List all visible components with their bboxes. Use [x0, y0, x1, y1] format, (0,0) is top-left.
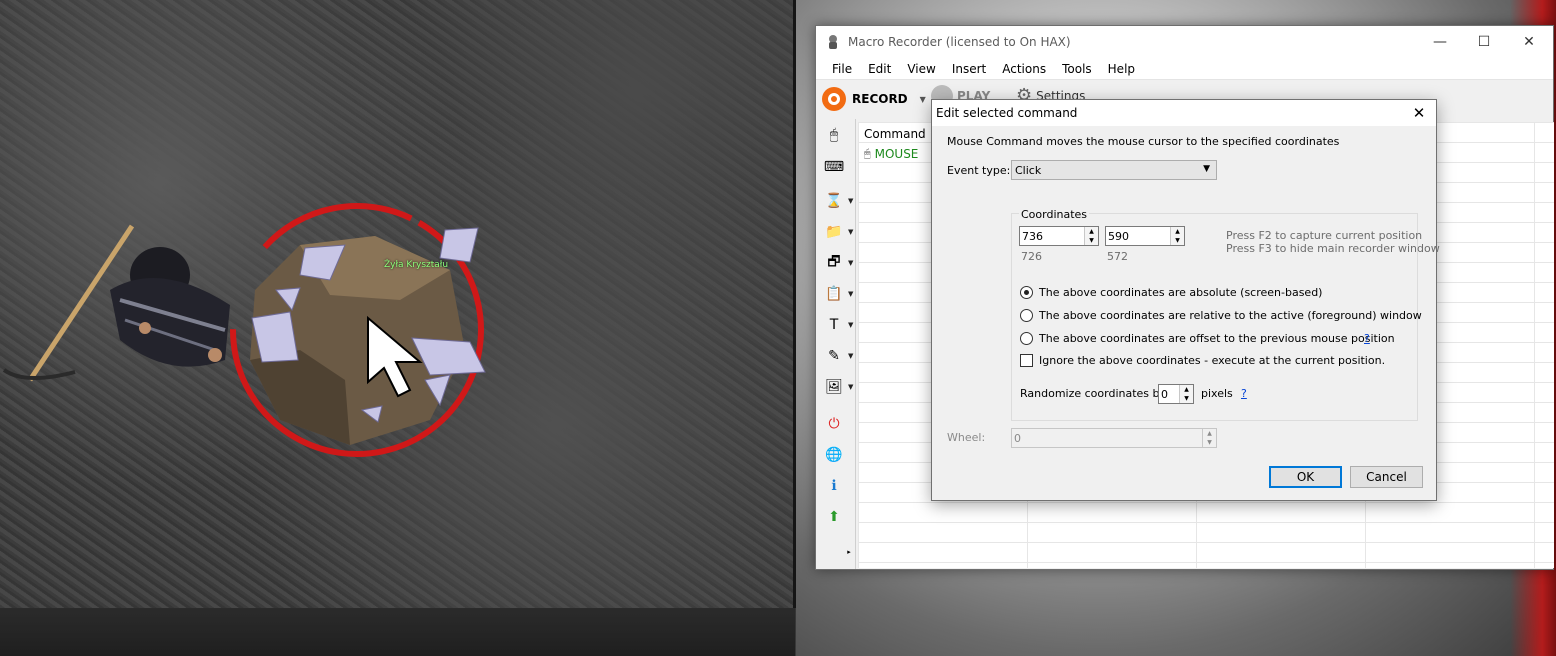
image-icon[interactable]: 🖼 ▼: [822, 375, 853, 399]
column-header-command[interactable]: Command: [864, 127, 926, 141]
screen: Żyła Kryształu Macro Recorder (licensed …: [0, 0, 1556, 656]
y-coordinate-value: 590: [1108, 229, 1129, 243]
game-bottom-bar: [0, 608, 795, 656]
menu-insert[interactable]: Insert: [944, 62, 994, 76]
ignore-coordinates-label[interactable]: Ignore the above coordinates - execute a…: [1039, 354, 1385, 367]
menu-edit[interactable]: Edit: [860, 62, 899, 76]
edit-command-dialog: Edit selected command ✕ Mouse Command mo…: [931, 99, 1440, 501]
randomize-spinner-icon[interactable]: ▲ ▼: [1179, 385, 1193, 403]
minimize-button[interactable]: —: [1417, 26, 1463, 58]
x-spinner-icon[interactable]: ▲ ▼: [1084, 227, 1098, 245]
ignore-coordinates-checkbox[interactable]: [1020, 354, 1033, 367]
app-icon: [826, 34, 840, 50]
character: [110, 247, 230, 367]
arrow-up-icon[interactable]: ⬆: [822, 505, 846, 529]
y-coordinate-input[interactable]: 590 ▲ ▼: [1105, 226, 1185, 246]
wheel-label: Wheel:: [947, 431, 986, 444]
ok-button[interactable]: OK: [1269, 466, 1342, 488]
window-title: Macro Recorder (licensed to On HAX): [848, 35, 1071, 49]
event-type-value: Click: [1015, 163, 1042, 177]
record-icon: [822, 87, 846, 111]
title-bar[interactable]: Macro Recorder (licensed to On HAX) — ☐ …: [816, 26, 1553, 58]
x-coordinate-input[interactable]: 736 ▲ ▼: [1019, 226, 1099, 246]
keyboard-icon[interactable]: ⌨: [822, 155, 846, 179]
randomize-input[interactable]: 0 ▲ ▼: [1158, 384, 1194, 404]
radio-relative-label[interactable]: The above coordinates are relative to th…: [1039, 309, 1422, 322]
mouse-icon: 🖱: [864, 147, 871, 160]
clipboard-icon[interactable]: 📋 ▼: [822, 282, 853, 306]
cancel-button[interactable]: Cancel: [1350, 466, 1423, 488]
info-icon[interactable]: ℹ: [822, 474, 846, 498]
maximize-button[interactable]: ☐: [1461, 26, 1507, 58]
dialog-description: Mouse Command moves the mouse cursor to …: [947, 135, 1340, 148]
randomize-help-link[interactable]: ?: [1241, 387, 1247, 400]
record-button[interactable]: RECORD ▼: [822, 87, 926, 111]
pixels-label: pixels: [1201, 387, 1233, 400]
pickaxe-head: [2, 368, 76, 381]
radio-offset[interactable]: [1020, 332, 1033, 345]
hint-f3: Press F3 to hide main recorder window: [1226, 242, 1440, 255]
wheel-input: 0 ▲ ▼: [1011, 428, 1217, 448]
dialog-close-button[interactable]: ✕: [1402, 100, 1436, 126]
text-icon[interactable]: T ▼: [822, 313, 854, 337]
dialog-title: Edit selected command: [936, 106, 1078, 120]
radio-absolute-label[interactable]: The above coordinates are absolute (scre…: [1039, 286, 1322, 299]
radio-absolute[interactable]: [1020, 286, 1033, 299]
menu-bar: File Edit View Insert Actions Tools Help: [816, 58, 1553, 80]
mouse-icon[interactable]: 🖱: [822, 123, 846, 147]
eyedropper-icon[interactable]: ✎ ▼: [822, 344, 853, 368]
event-type-select[interactable]: Click ▼: [1011, 160, 1217, 180]
window-icon[interactable]: 🗗 ▼: [822, 251, 853, 275]
radio-offset-label[interactable]: The above coordinates are offset to the …: [1039, 332, 1395, 345]
wheel-value: 0: [1014, 431, 1021, 445]
hint-f2: Press F2 to capture current position: [1226, 229, 1423, 242]
close-button[interactable]: ✕: [1506, 26, 1552, 58]
command-sidebar: 🖱 ⌨ ⌛ ▼ 📁 ▼ 🗗 ▼ 📋 ▼ T ▼ ✎ ▼ 🖼 ▼ ⏻ 🌐 ℹ ⬆ ▸: [816, 119, 856, 569]
randomize-value: 0: [1161, 387, 1168, 401]
event-type-label: Event type:: [947, 164, 1011, 177]
coordinates-label: Coordinates: [1019, 208, 1090, 221]
y-spinner-icon[interactable]: ▲ ▼: [1170, 227, 1184, 245]
wheel-spinner-icon: ▲ ▼: [1202, 429, 1216, 447]
randomize-label: Randomize coordinates by: [1020, 387, 1167, 400]
expand-icon[interactable]: ▸: [844, 547, 854, 557]
record-label: RECORD: [852, 92, 908, 106]
game-scene: [2, 203, 486, 457]
folder-icon[interactable]: 📁 ▼: [822, 220, 853, 244]
hourglass-icon[interactable]: ⌛ ▼: [822, 189, 853, 213]
web-icon[interactable]: 🌐: [822, 443, 846, 467]
stop-icon[interactable]: ⏻: [822, 412, 846, 436]
dialog-title-bar[interactable]: Edit selected command ✕: [932, 100, 1436, 126]
menu-view[interactable]: View: [899, 62, 943, 76]
row-command: MOUSE: [874, 147, 919, 161]
table-row[interactable]: 🖱 MOUSE: [864, 147, 918, 161]
ore-name-label: Żyła Kryształu: [384, 260, 449, 270]
record-dropdown-icon[interactable]: ▼: [920, 95, 926, 104]
menu-tools[interactable]: Tools: [1054, 62, 1100, 76]
menu-file[interactable]: File: [824, 62, 860, 76]
offset-help-link[interactable]: ?: [1364, 332, 1370, 345]
menu-help[interactable]: Help: [1100, 62, 1143, 76]
game-viewport[interactable]: Żyła Kryształu: [0, 0, 795, 608]
x-hint: 726: [1021, 250, 1042, 263]
menu-actions[interactable]: Actions: [994, 62, 1054, 76]
x-coordinate-value: 736: [1022, 229, 1043, 243]
y-hint: 572: [1107, 250, 1128, 263]
radio-relative[interactable]: [1020, 309, 1033, 322]
chevron-down-icon: ▼: [1203, 164, 1210, 174]
